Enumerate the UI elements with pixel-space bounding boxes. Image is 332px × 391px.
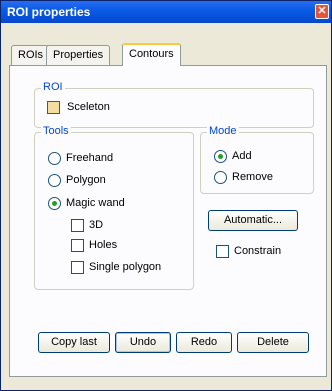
freehand-radio[interactable]	[48, 152, 61, 165]
remove-radio[interactable]	[214, 171, 227, 184]
holes-checkbox[interactable]	[71, 239, 84, 252]
single-polygon-checkbox[interactable]	[71, 261, 84, 274]
3d-label[interactable]: 3D	[89, 219, 103, 231]
redo-button[interactable]: Redo	[176, 332, 232, 353]
mode-group: Mode Add Remove	[200, 125, 314, 194]
tab-rois[interactable]: ROIs	[11, 45, 51, 65]
roi-group-label: ROI	[41, 81, 65, 93]
tab-properties[interactable]: Properties	[46, 45, 111, 65]
close-icon[interactable]: ✕	[315, 4, 329, 19]
constrain-label[interactable]: Constrain	[234, 245, 281, 257]
holes-label[interactable]: Holes	[89, 239, 117, 251]
single-polygon-label[interactable]: Single polygon	[89, 261, 161, 273]
magic-wand-label[interactable]: Magic wand	[66, 197, 125, 209]
magic-wand-radio[interactable]	[48, 197, 61, 210]
roi-properties-window: ROI properties ✕ ROIs Properties Contour…	[0, 0, 332, 391]
automatic-button[interactable]: Automatic...	[208, 210, 298, 231]
freehand-label[interactable]: Freehand	[66, 152, 113, 164]
contours-panel: ROI Sceleton Tools Freehand Polygon Magi…	[9, 65, 327, 377]
roi-color-swatch[interactable]	[47, 101, 60, 114]
polygon-radio[interactable]	[48, 174, 61, 187]
title-bar[interactable]: ROI properties ✕	[1, 1, 331, 23]
3d-checkbox[interactable]	[71, 219, 84, 232]
undo-button[interactable]: Undo	[115, 332, 171, 353]
remove-label[interactable]: Remove	[232, 171, 273, 183]
tab-contours[interactable]: Contours	[122, 43, 181, 66]
delete-button[interactable]: Delete	[237, 332, 309, 353]
add-label[interactable]: Add	[232, 150, 252, 162]
mode-group-label: Mode	[207, 125, 239, 137]
window-title: ROI properties	[7, 5, 91, 19]
copy-last-button[interactable]: Copy last	[38, 332, 110, 353]
roi-name: Sceleton	[67, 101, 110, 113]
roi-group: ROI Sceleton	[34, 81, 314, 128]
constrain-checkbox[interactable]	[216, 245, 229, 258]
tools-group: Tools Freehand Polygon Magic wand 3D Hol…	[34, 125, 194, 290]
polygon-label[interactable]: Polygon	[66, 174, 106, 186]
tools-group-label: Tools	[41, 125, 71, 137]
add-radio[interactable]	[214, 150, 227, 163]
